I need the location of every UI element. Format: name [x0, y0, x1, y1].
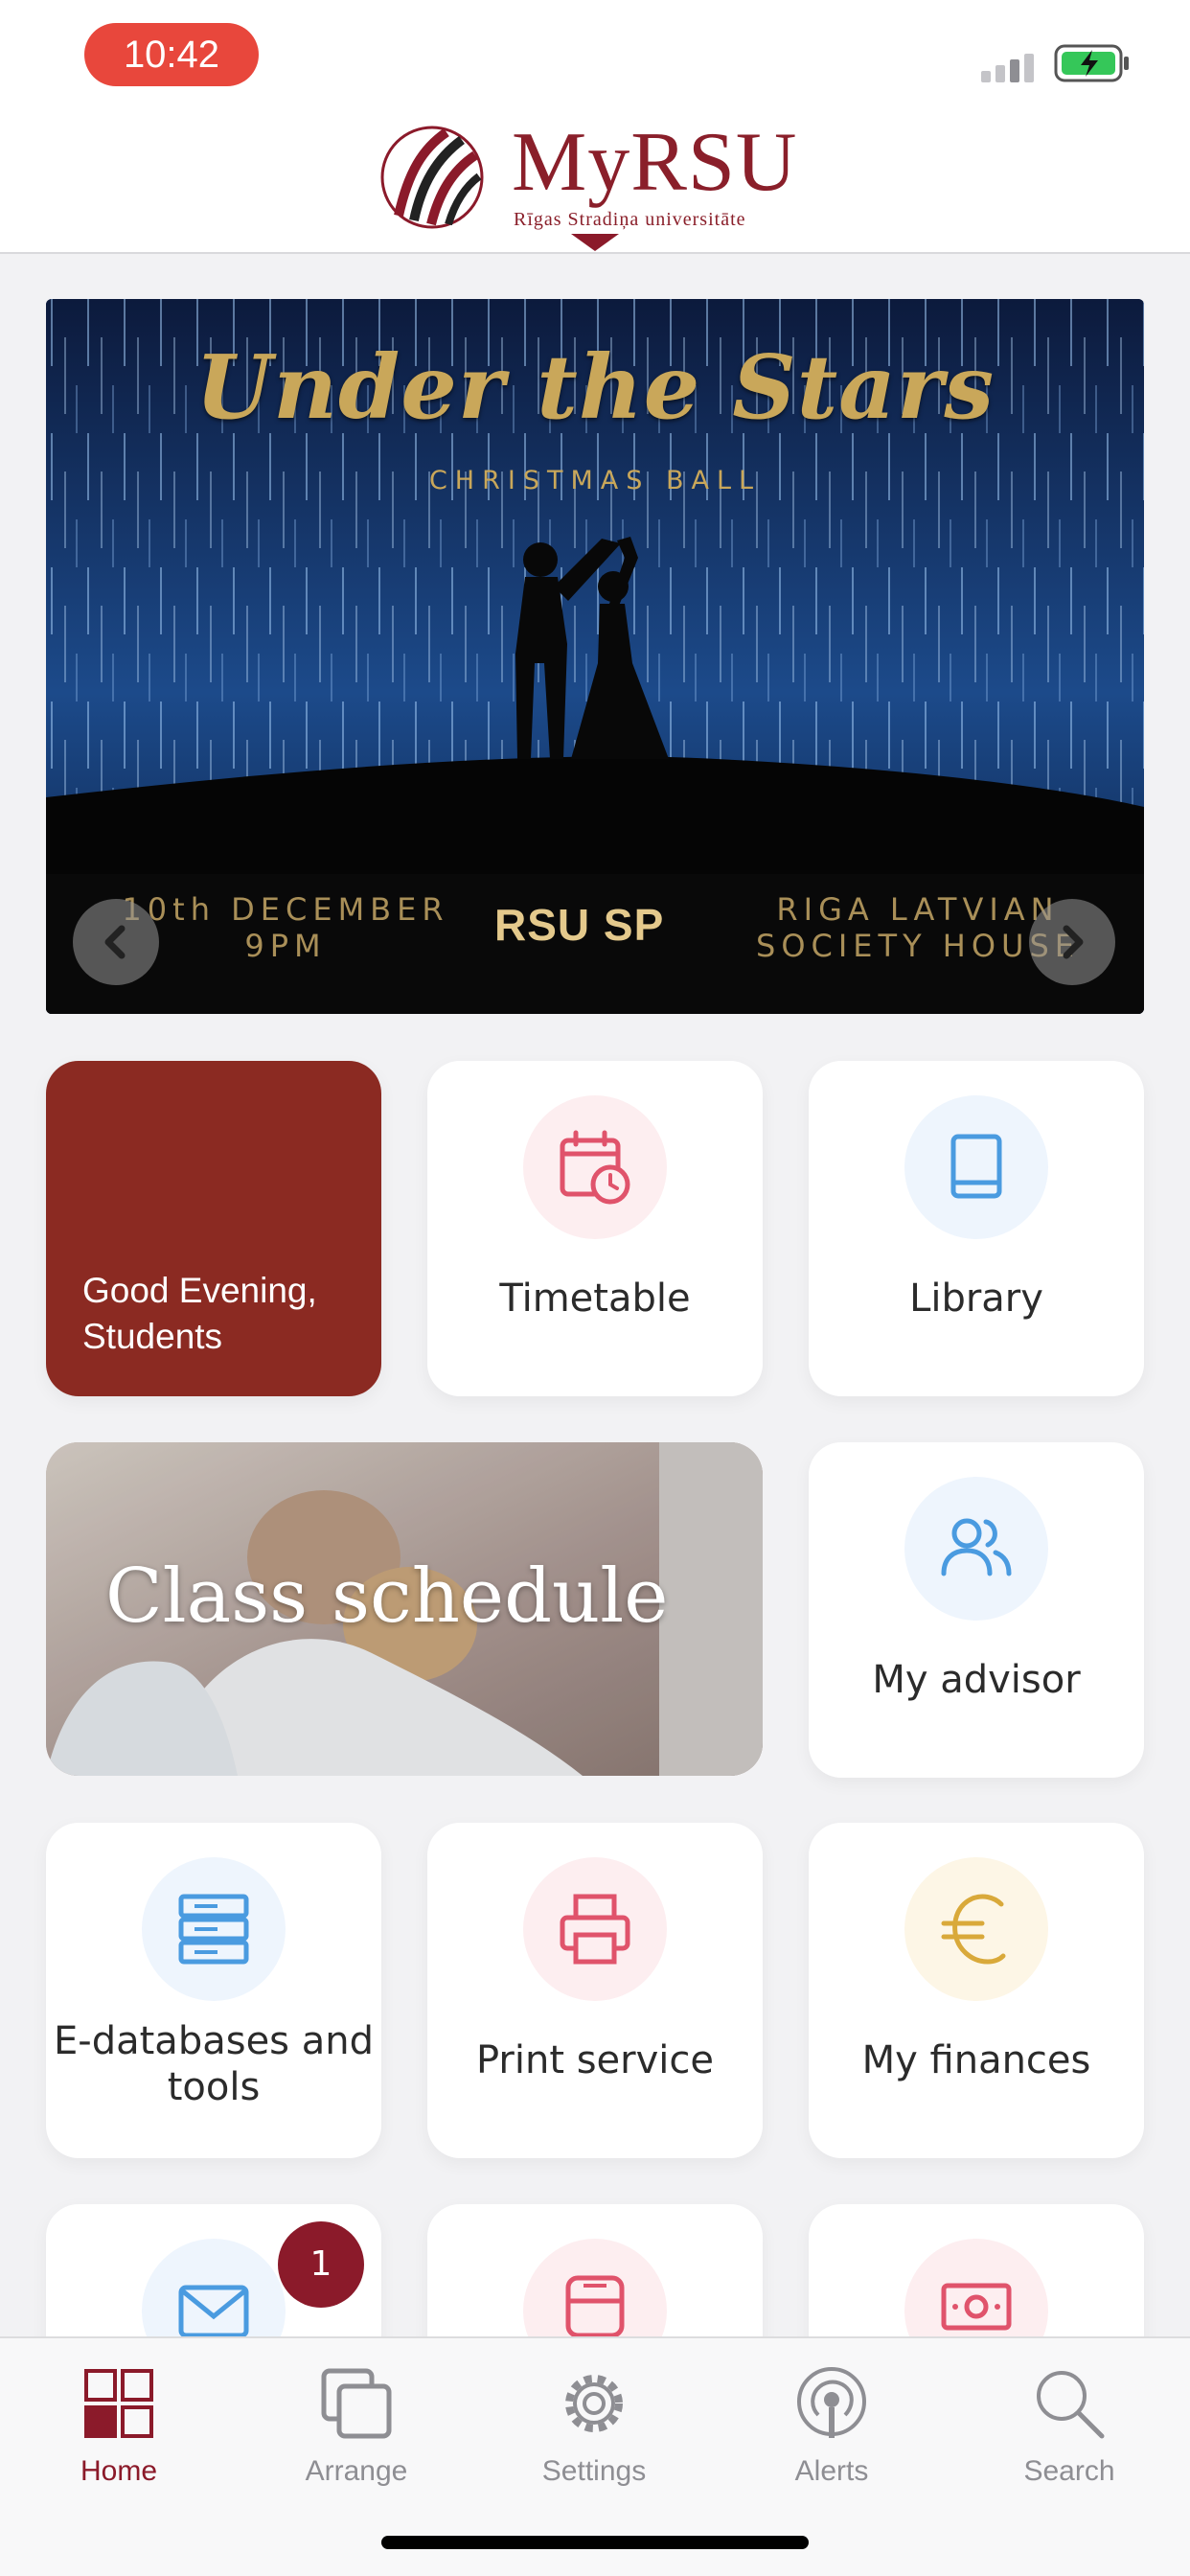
finances-icon-circle	[904, 1857, 1048, 2001]
status-time: 10:42	[84, 23, 259, 86]
library-label: Library	[909, 1276, 1043, 1321]
app-logo-subtitle: Rīgas Stradiņa universitāte	[514, 209, 746, 230]
banner-subtitle: CHRISTMAS BALL	[428, 466, 762, 495]
timetable-icon-circle	[523, 1095, 667, 1239]
my-finances-label: My finances	[861, 2038, 1091, 2082]
e-databases-label: E-databases and tools	[54, 2019, 374, 2109]
my-finances-tile[interactable]: My finances	[809, 1823, 1144, 2158]
print-service-label: Print service	[475, 2038, 714, 2082]
greeting-text: Good Evening, Students	[82, 1271, 317, 1356]
chevron-right-icon	[1063, 925, 1084, 959]
tab-alerts-label: Alerts	[794, 2455, 869, 2487]
gear-icon	[565, 2375, 623, 2432]
timetable-tile[interactable]: Timetable	[427, 1061, 763, 1396]
tab-search-label: Search	[1023, 2455, 1115, 2487]
app-header: MyRSU Rīgas Stradiņa universitāte	[0, 115, 1190, 254]
euro-icon	[941, 1894, 1006, 1965]
greeting-tile: Good Evening, Students	[46, 1061, 381, 1396]
battery-icon	[1054, 44, 1129, 82]
grid-icon	[84, 2369, 153, 2438]
signal-icon	[981, 54, 1034, 82]
tab-arrange-label: Arrange	[305, 2455, 408, 2487]
search-icon	[1037, 2371, 1105, 2439]
carousel-next-button[interactable]	[1029, 899, 1115, 985]
tab-home-label: Home	[80, 2455, 158, 2487]
timetable-label: Timetable	[499, 1276, 691, 1321]
banner-date: 10th DECEMBER 9PM	[122, 891, 449, 964]
tab-settings[interactable]: Settings	[475, 2358, 713, 2501]
tab-arrange[interactable]: Arrange	[238, 2358, 475, 2501]
event-banner[interactable]: Under the Stars CHRISTMAS BALL 10th DECE…	[46, 299, 1144, 1014]
copy-icon	[321, 2368, 392, 2439]
tab-home[interactable]: Home	[0, 2358, 238, 2501]
chevron-left-icon	[104, 925, 126, 959]
advisor-icon-circle	[904, 1477, 1048, 1621]
broadcast-icon	[797, 2367, 866, 2438]
databases-icon-circle	[142, 1857, 286, 2001]
status-bar: 10:42	[0, 0, 1190, 115]
tab-search[interactable]: Search	[950, 2358, 1188, 2501]
print-service-tile[interactable]: Print service	[427, 1823, 763, 2158]
e-databases-tile[interactable]: E-databases and tools	[46, 1823, 381, 2158]
users-icon	[941, 1518, 1012, 1576]
my-advisor-tile[interactable]: My advisor	[809, 1442, 1144, 1778]
library-tile[interactable]: Library	[809, 1061, 1144, 1396]
calendar-clock-icon	[560, 1130, 630, 1205]
my-advisor-label: My advisor	[872, 1658, 1081, 1702]
tab-settings-label: Settings	[541, 2455, 647, 2487]
banner-title: Under the Stars	[195, 335, 995, 439]
mail-unread-badge: 1	[278, 2221, 364, 2308]
class-schedule-label: Class schedule	[105, 1553, 669, 1640]
print-icon-circle	[523, 1857, 667, 2001]
book-icon	[950, 1134, 1002, 1199]
class-schedule-tile[interactable]: Class schedule	[46, 1442, 763, 1776]
printer-icon	[560, 1894, 630, 1965]
server-icon	[178, 1894, 249, 1965]
home-indicator	[381, 2536, 809, 2549]
tab-alerts[interactable]: Alerts	[713, 2358, 950, 2501]
rsu-logo-icon	[380, 126, 484, 229]
carousel-prev-button[interactable]	[73, 899, 159, 985]
logo-chevron-icon	[571, 234, 619, 251]
screen: 10:42 MyRSU Rīgas Stradiņa universitāte	[0, 0, 1190, 2576]
library-icon-circle	[904, 1095, 1048, 1239]
app-logo-text: MyRSU	[512, 116, 798, 209]
banner-brand: RSU SP	[494, 900, 665, 950]
